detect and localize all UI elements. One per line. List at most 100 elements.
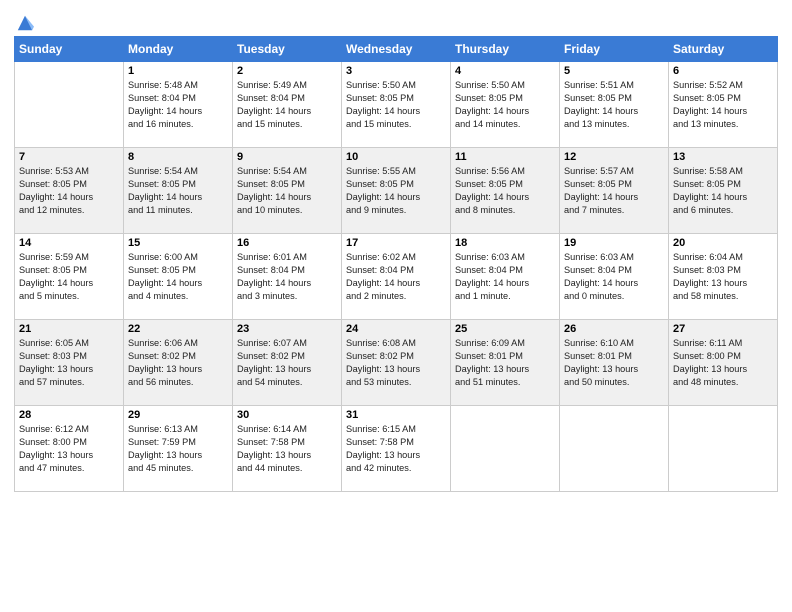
calendar-cell: 19 Sunrise: 6:03 AM Sunset: 8:04 PM Dayli… bbox=[560, 234, 669, 320]
day-number: 6 bbox=[673, 65, 773, 77]
calendar-day-header: Monday bbox=[124, 37, 233, 62]
day-info: Sunrise: 5:55 AM Sunset: 8:05 PM Dayligh… bbox=[346, 165, 446, 217]
day-number: 22 bbox=[128, 323, 228, 335]
calendar-cell: 16 Sunrise: 6:01 AM Sunset: 8:04 PM Dayli… bbox=[233, 234, 342, 320]
calendar-cell: 2 Sunrise: 5:49 AM Sunset: 8:04 PM Daylig… bbox=[233, 62, 342, 148]
day-number: 18 bbox=[455, 237, 555, 249]
day-info: Sunrise: 5:56 AM Sunset: 8:05 PM Dayligh… bbox=[455, 165, 555, 217]
day-number: 16 bbox=[237, 237, 337, 249]
calendar-cell: 31 Sunrise: 6:15 AM Sunset: 7:58 PM Dayli… bbox=[342, 406, 451, 492]
day-info: Sunrise: 6:09 AM Sunset: 8:01 PM Dayligh… bbox=[455, 337, 555, 389]
day-info: Sunrise: 6:10 AM Sunset: 8:01 PM Dayligh… bbox=[564, 337, 664, 389]
day-number: 10 bbox=[346, 151, 446, 163]
day-number: 30 bbox=[237, 409, 337, 421]
calendar-day-header: Sunday bbox=[15, 37, 124, 62]
calendar-cell: 30 Sunrise: 6:14 AM Sunset: 7:58 PM Dayli… bbox=[233, 406, 342, 492]
calendar-cell: 8 Sunrise: 5:54 AM Sunset: 8:05 PM Daylig… bbox=[124, 148, 233, 234]
day-info: Sunrise: 6:12 AM Sunset: 8:00 PM Dayligh… bbox=[19, 423, 119, 475]
calendar-week-row: 1Sunrise: 5:48 AM Sunset: 8:04 PM Daylig… bbox=[15, 62, 778, 148]
day-number: 23 bbox=[237, 323, 337, 335]
day-number: 11 bbox=[455, 151, 555, 163]
day-info: Sunrise: 5:50 AM Sunset: 8:05 PM Dayligh… bbox=[346, 79, 446, 131]
calendar-cell: 7 Sunrise: 5:53 AM Sunset: 8:05 PM Daylig… bbox=[15, 148, 124, 234]
day-number: 21 bbox=[19, 323, 119, 335]
logo bbox=[14, 14, 34, 32]
day-info: Sunrise: 6:02 AM Sunset: 8:04 PM Dayligh… bbox=[346, 251, 446, 303]
day-number: 24 bbox=[346, 323, 446, 335]
calendar-table: SundayMondayTuesdayWednesdayThursdayFrid… bbox=[14, 36, 778, 492]
day-info: Sunrise: 6:00 AM Sunset: 8:05 PM Dayligh… bbox=[128, 251, 228, 303]
calendar-cell: 18 Sunrise: 6:03 AM Sunset: 8:04 PM Dayli… bbox=[451, 234, 560, 320]
calendar-day-header: Friday bbox=[560, 37, 669, 62]
calendar-cell: 5Sunrise: 5:51 AM Sunset: 8:05 PM Daylig… bbox=[560, 62, 669, 148]
day-number: 25 bbox=[455, 323, 555, 335]
calendar-cell bbox=[669, 406, 778, 492]
logo-icon bbox=[16, 14, 34, 32]
calendar-cell: 3 Sunrise: 5:50 AM Sunset: 8:05 PM Daylig… bbox=[342, 62, 451, 148]
calendar-cell: 23Sunrise: 6:07 AM Sunset: 8:02 PM Dayli… bbox=[233, 320, 342, 406]
calendar-cell: 26 Sunrise: 6:10 AM Sunset: 8:01 PM Dayli… bbox=[560, 320, 669, 406]
day-number: 19 bbox=[564, 237, 664, 249]
day-info: Sunrise: 6:03 AM Sunset: 8:04 PM Dayligh… bbox=[564, 251, 664, 303]
day-number: 4 bbox=[455, 65, 555, 77]
day-info: Sunrise: 6:01 AM Sunset: 8:04 PM Dayligh… bbox=[237, 251, 337, 303]
calendar-cell: 28Sunrise: 6:12 AM Sunset: 8:00 PM Dayli… bbox=[15, 406, 124, 492]
calendar-week-row: 28Sunrise: 6:12 AM Sunset: 8:00 PM Dayli… bbox=[15, 406, 778, 492]
header-row bbox=[14, 10, 778, 32]
calendar-week-row: 21Sunrise: 6:05 AM Sunset: 8:03 PM Dayli… bbox=[15, 320, 778, 406]
day-info: Sunrise: 6:11 AM Sunset: 8:00 PM Dayligh… bbox=[673, 337, 773, 389]
day-number: 29 bbox=[128, 409, 228, 421]
page-container: SundayMondayTuesdayWednesdayThursdayFrid… bbox=[0, 0, 792, 500]
day-info: Sunrise: 5:50 AM Sunset: 8:05 PM Dayligh… bbox=[455, 79, 555, 131]
day-number: 9 bbox=[237, 151, 337, 163]
day-number: 17 bbox=[346, 237, 446, 249]
day-info: Sunrise: 5:57 AM Sunset: 8:05 PM Dayligh… bbox=[564, 165, 664, 217]
day-info: Sunrise: 5:58 AM Sunset: 8:05 PM Dayligh… bbox=[673, 165, 773, 217]
calendar-cell: 21Sunrise: 6:05 AM Sunset: 8:03 PM Dayli… bbox=[15, 320, 124, 406]
day-number: 15 bbox=[128, 237, 228, 249]
day-number: 13 bbox=[673, 151, 773, 163]
day-info: Sunrise: 6:15 AM Sunset: 7:58 PM Dayligh… bbox=[346, 423, 446, 475]
day-info: Sunrise: 5:49 AM Sunset: 8:04 PM Dayligh… bbox=[237, 79, 337, 131]
calendar-cell: 17 Sunrise: 6:02 AM Sunset: 8:04 PM Dayli… bbox=[342, 234, 451, 320]
day-number: 7 bbox=[19, 151, 119, 163]
day-info: Sunrise: 6:06 AM Sunset: 8:02 PM Dayligh… bbox=[128, 337, 228, 389]
calendar-week-row: 7 Sunrise: 5:53 AM Sunset: 8:05 PM Daylig… bbox=[15, 148, 778, 234]
day-number: 27 bbox=[673, 323, 773, 335]
calendar-header-row: SundayMondayTuesdayWednesdayThursdayFrid… bbox=[15, 37, 778, 62]
calendar-cell bbox=[451, 406, 560, 492]
day-info: Sunrise: 5:59 AM Sunset: 8:05 PM Dayligh… bbox=[19, 251, 119, 303]
calendar-cell: 27 Sunrise: 6:11 AM Sunset: 8:00 PM Dayli… bbox=[669, 320, 778, 406]
calendar-cell: 15 Sunrise: 6:00 AM Sunset: 8:05 PM Dayli… bbox=[124, 234, 233, 320]
day-info: Sunrise: 6:13 AM Sunset: 7:59 PM Dayligh… bbox=[128, 423, 228, 475]
calendar-week-row: 14 Sunrise: 5:59 AM Sunset: 8:05 PM Dayli… bbox=[15, 234, 778, 320]
day-number: 31 bbox=[346, 409, 446, 421]
day-info: Sunrise: 5:54 AM Sunset: 8:05 PM Dayligh… bbox=[237, 165, 337, 217]
day-number: 20 bbox=[673, 237, 773, 249]
calendar-cell: 9 Sunrise: 5:54 AM Sunset: 8:05 PM Daylig… bbox=[233, 148, 342, 234]
calendar-cell: 10 Sunrise: 5:55 AM Sunset: 8:05 PM Dayli… bbox=[342, 148, 451, 234]
day-info: Sunrise: 5:52 AM Sunset: 8:05 PM Dayligh… bbox=[673, 79, 773, 131]
calendar-cell: 1Sunrise: 5:48 AM Sunset: 8:04 PM Daylig… bbox=[124, 62, 233, 148]
day-info: Sunrise: 5:53 AM Sunset: 8:05 PM Dayligh… bbox=[19, 165, 119, 217]
day-number: 26 bbox=[564, 323, 664, 335]
day-number: 2 bbox=[237, 65, 337, 77]
day-number: 3 bbox=[346, 65, 446, 77]
calendar-cell: 25 Sunrise: 6:09 AM Sunset: 8:01 PM Dayli… bbox=[451, 320, 560, 406]
calendar-cell: 4 Sunrise: 5:50 AM Sunset: 8:05 PM Daylig… bbox=[451, 62, 560, 148]
calendar-cell: 6 Sunrise: 5:52 AM Sunset: 8:05 PM Daylig… bbox=[669, 62, 778, 148]
day-number: 1 bbox=[128, 65, 228, 77]
calendar-day-header: Tuesday bbox=[233, 37, 342, 62]
day-info: Sunrise: 6:03 AM Sunset: 8:04 PM Dayligh… bbox=[455, 251, 555, 303]
calendar-cell: 13 Sunrise: 5:58 AM Sunset: 8:05 PM Dayli… bbox=[669, 148, 778, 234]
day-number: 5 bbox=[564, 65, 664, 77]
day-number: 8 bbox=[128, 151, 228, 163]
day-number: 14 bbox=[19, 237, 119, 249]
day-info: Sunrise: 6:14 AM Sunset: 7:58 PM Dayligh… bbox=[237, 423, 337, 475]
day-info: Sunrise: 5:54 AM Sunset: 8:05 PM Dayligh… bbox=[128, 165, 228, 217]
calendar-cell: 24 Sunrise: 6:08 AM Sunset: 8:02 PM Dayli… bbox=[342, 320, 451, 406]
day-info: Sunrise: 6:08 AM Sunset: 8:02 PM Dayligh… bbox=[346, 337, 446, 389]
calendar-cell: 14 Sunrise: 5:59 AM Sunset: 8:05 PM Dayli… bbox=[15, 234, 124, 320]
calendar-cell: 29 Sunrise: 6:13 AM Sunset: 7:59 PM Dayli… bbox=[124, 406, 233, 492]
calendar-day-header: Wednesday bbox=[342, 37, 451, 62]
